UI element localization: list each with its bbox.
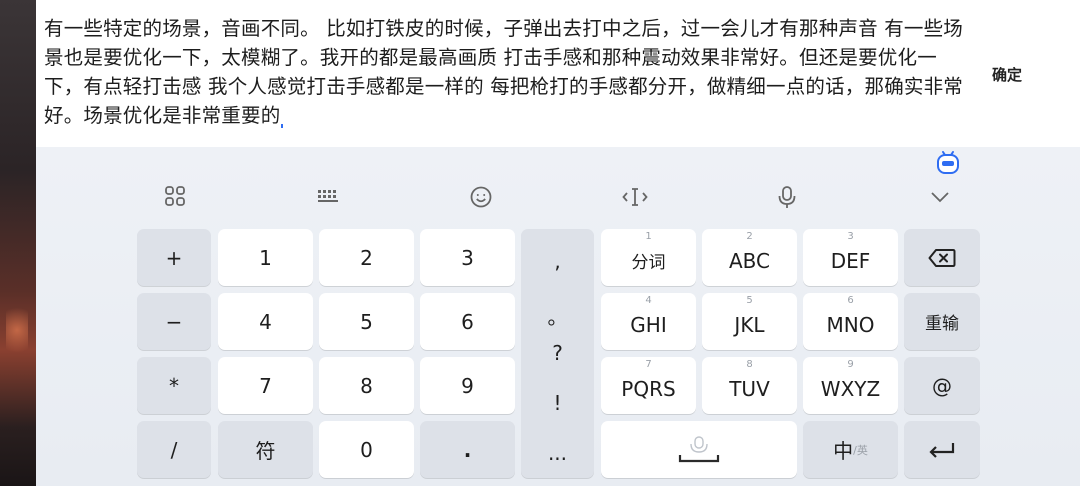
backspace-icon (928, 248, 956, 267)
reenter-key[interactable]: 重输 (904, 293, 980, 350)
background-wallpaper (0, 0, 36, 486)
text-editor[interactable]: 有一些特定的场景，音画不同。 比如打铁皮的时候，子弹出去打中之后，过一会儿才有那… (36, 0, 1080, 147)
language-switch-key[interactable]: 中/英 (803, 421, 898, 478)
cursor-edit-icon[interactable] (622, 186, 648, 208)
at-key[interactable]: @ (904, 357, 980, 414)
enter-key[interactable] (904, 421, 980, 478)
digit-0-key[interactable]: 0 (319, 421, 414, 478)
asterisk-key[interactable]: * (137, 357, 211, 414)
mno-key[interactable]: 6 MNO (803, 293, 898, 350)
exclaim-punct[interactable]: ! (521, 391, 594, 415)
dot-key[interactable]: . (420, 421, 515, 478)
space-key[interactable] (601, 421, 797, 478)
symbol-key[interactable]: 符 (218, 421, 313, 478)
menu-grid-icon[interactable] (164, 185, 186, 207)
plus-key[interactable]: + (137, 229, 211, 286)
slash-key[interactable]: / (137, 421, 211, 478)
text-caret (281, 124, 284, 128)
digit-2-key[interactable]: 2 (319, 229, 414, 286)
ellipsis-punct[interactable]: ... (521, 441, 594, 465)
word-segment-key[interactable]: 1 分词 (601, 229, 696, 286)
digit-7-key[interactable]: 7 (218, 357, 313, 414)
enter-icon (929, 442, 955, 458)
ghi-key[interactable]: 4 GHI (601, 293, 696, 350)
comma-punct[interactable]: , (521, 249, 594, 273)
emoji-icon[interactable] (470, 186, 492, 208)
digit-8-key[interactable]: 8 (319, 357, 414, 414)
digit-1-key[interactable]: 1 (218, 229, 313, 286)
punctuation-list[interactable]: , 。 ? ! ... (521, 229, 594, 478)
question-punct[interactable]: ? (521, 341, 594, 365)
period-punct[interactable]: 。 (521, 301, 594, 330)
confirm-button[interactable]: 确定 (992, 64, 1022, 85)
voice-space-icon (678, 435, 720, 462)
keyboard: + − * / 1 2 3 4 5 6 7 8 9 符 0 . , 。 ? ! … (36, 147, 1080, 486)
microphone-icon[interactable] (777, 185, 797, 209)
digit-3-key[interactable]: 3 (420, 229, 515, 286)
keyboard-icon[interactable] (317, 187, 339, 205)
digit-9-key[interactable]: 9 (420, 357, 515, 414)
digit-5-key[interactable]: 5 (319, 293, 414, 350)
editor-text[interactable]: 有一些特定的场景，音画不同。 比如打铁皮的时候，子弹出去打中之后，过一会儿才有那… (44, 14, 964, 130)
def-key[interactable]: 3 DEF (803, 229, 898, 286)
jkl-key[interactable]: 5 JKL (702, 293, 797, 350)
assistant-robot-icon[interactable] (936, 149, 960, 175)
pqrs-key[interactable]: 7 PQRS (601, 357, 696, 414)
backspace-key[interactable] (904, 229, 980, 286)
tuv-key[interactable]: 8 TUV (702, 357, 797, 414)
abc-key[interactable]: 2 ABC (702, 229, 797, 286)
collapse-chevron-icon[interactable] (929, 190, 951, 204)
minus-key[interactable]: − (137, 293, 211, 350)
digit-6-key[interactable]: 6 (420, 293, 515, 350)
wxyz-key[interactable]: 9 WXYZ (803, 357, 898, 414)
digit-4-key[interactable]: 4 (218, 293, 313, 350)
